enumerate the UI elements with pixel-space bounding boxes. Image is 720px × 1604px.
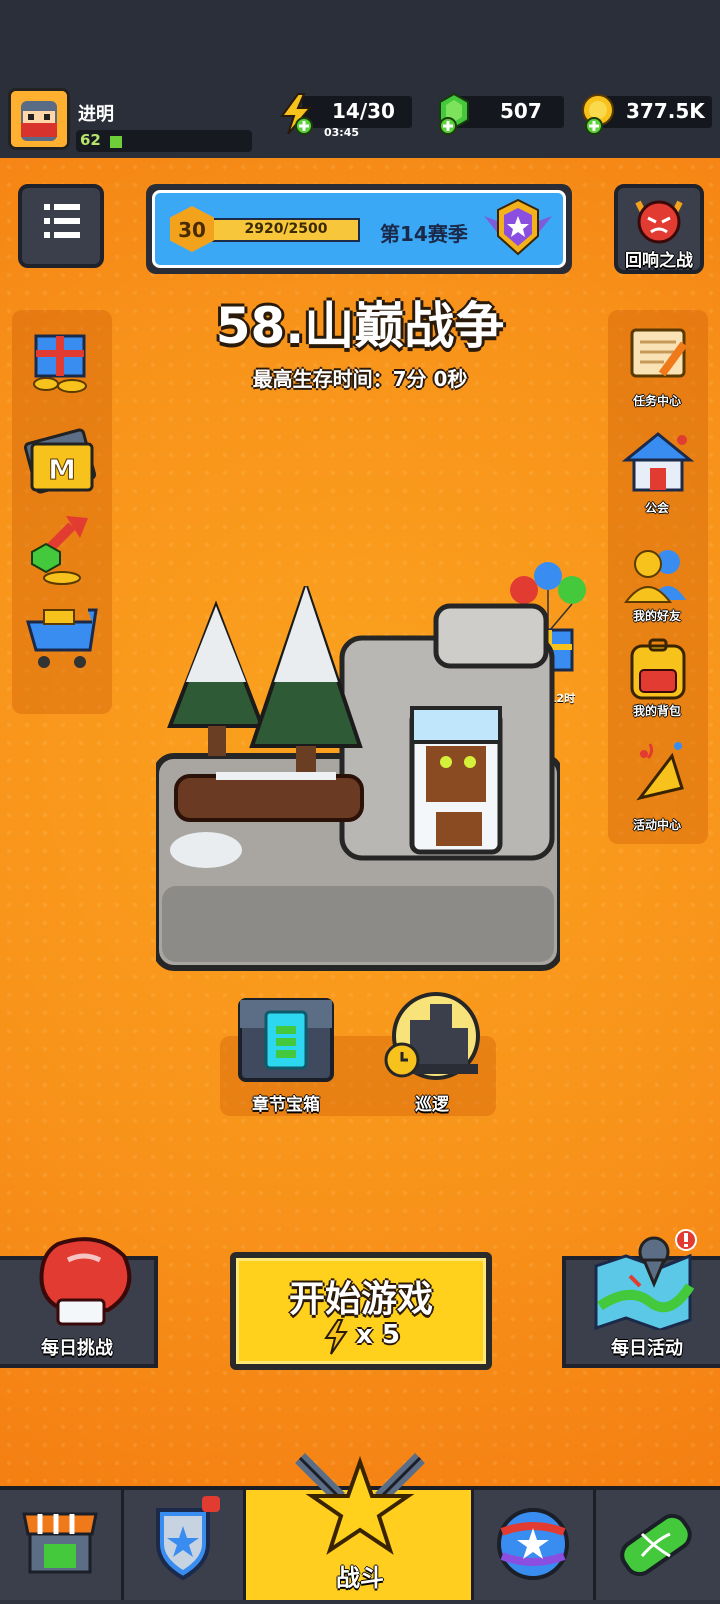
backpack-icon[interactable] bbox=[620, 636, 696, 706]
my-backpack-label: 我的背包 bbox=[632, 704, 681, 718]
monthly-card-icon[interactable]: M bbox=[22, 424, 102, 500]
chapter-chest-label: 章节宝箱 bbox=[252, 1095, 320, 1115]
start-game-label: 开始游戏 bbox=[288, 1279, 433, 1320]
demon-icon bbox=[635, 200, 683, 244]
player-name: 进明 bbox=[78, 104, 114, 125]
my-friends-label: 我的好友 bbox=[632, 609, 681, 623]
player-level: 62 bbox=[80, 131, 101, 149]
nav-tab-equipment[interactable] bbox=[124, 1490, 246, 1600]
nav-tab-shop[interactable] bbox=[0, 1490, 124, 1600]
ninja-avatar-icon bbox=[11, 91, 67, 147]
crossed-swords-star-icon bbox=[295, 1453, 425, 1555]
start-game-cost: x 5 bbox=[356, 1320, 400, 1350]
energy-cost-icon bbox=[324, 1319, 348, 1355]
stage-scene bbox=[156, 586, 560, 971]
level-bar bbox=[76, 130, 252, 152]
task-scroll-icon[interactable] bbox=[622, 324, 694, 384]
boxing-glove-icon bbox=[39, 1237, 132, 1326]
nav-tab-evolution[interactable] bbox=[596, 1490, 720, 1600]
daily-challenge-label: 每日挑战 bbox=[41, 1338, 113, 1359]
menu-button[interactable] bbox=[18, 184, 104, 268]
energy-timer: 03:45 bbox=[324, 126, 360, 139]
energy-icon bbox=[280, 93, 313, 135]
guild-house-icon[interactable] bbox=[620, 430, 696, 496]
patrol-icon[interactable] bbox=[380, 990, 484, 1090]
gift-coins-icon[interactable] bbox=[22, 322, 102, 396]
status-bar bbox=[0, 0, 720, 80]
gem-icon bbox=[439, 92, 469, 135]
daily-event-label: 每日活动 bbox=[611, 1338, 683, 1359]
svg-text:M: M bbox=[48, 453, 76, 486]
growth-fund-icon[interactable] bbox=[22, 508, 102, 590]
dna-capsule-icon bbox=[620, 1513, 692, 1577]
event-center-label: 活动中心 bbox=[632, 818, 681, 832]
friends-icon[interactable] bbox=[620, 544, 696, 606]
shop-cart-icon[interactable] bbox=[22, 600, 102, 680]
echo-battle-label: 回响之战 bbox=[625, 251, 693, 271]
season-label: 第14赛季 bbox=[380, 222, 468, 246]
star-ball-icon bbox=[497, 1508, 569, 1580]
patrol-label: 巡逻 bbox=[415, 1095, 449, 1115]
task-center-label: 任务中心 bbox=[632, 394, 681, 408]
avatar[interactable] bbox=[8, 88, 70, 150]
season-emblem-icon bbox=[484, 198, 552, 256]
coin-icon bbox=[582, 94, 614, 135]
gem-value: 507 bbox=[500, 99, 542, 123]
party-popper-icon[interactable] bbox=[620, 736, 696, 810]
coin-value: 377.5K bbox=[626, 99, 705, 123]
treasure-map-icon bbox=[594, 1229, 697, 1330]
nav-battle-label: 战斗 bbox=[336, 1564, 384, 1592]
list-menu-icon bbox=[44, 204, 80, 238]
level-progress-fill bbox=[110, 136, 122, 148]
season-rank: 30 bbox=[178, 218, 206, 242]
energy-value: 14/30 bbox=[332, 99, 395, 123]
guild-label: 公会 bbox=[644, 501, 669, 515]
chapter-chest-icon[interactable] bbox=[236, 990, 336, 1086]
season-xp-text: 2920/2500 bbox=[244, 221, 328, 237]
shield-icon bbox=[156, 1496, 220, 1581]
nav-tab-talent[interactable] bbox=[474, 1490, 596, 1600]
shop-stall-icon bbox=[22, 1512, 98, 1574]
